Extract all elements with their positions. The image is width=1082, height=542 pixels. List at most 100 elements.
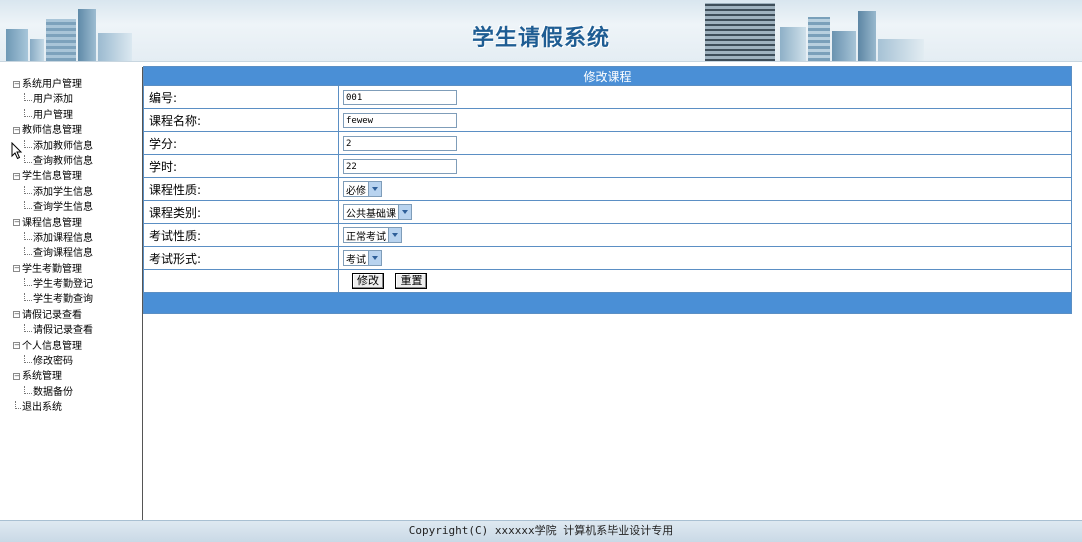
sidebar-item-1[interactable]: 用户添加 — [13, 92, 142, 107]
sidebar-item-label: 添加课程信息 — [33, 232, 93, 244]
tree-branch-icon — [24, 231, 32, 240]
chevron-down-icon[interactable] — [398, 205, 411, 219]
modify-button[interactable]: 修改 — [352, 273, 384, 289]
sidebar-item-label: 添加学生信息 — [33, 186, 93, 198]
form-row-exam-nature: 考试性质: 正常考试 — [143, 223, 1072, 247]
collapse-toggle-icon[interactable]: − — [13, 265, 20, 273]
tree-branch-icon — [24, 185, 32, 194]
tree-branch-icon — [24, 355, 32, 364]
tree-branch-icon — [24, 324, 32, 333]
field-label: 课程类别: — [143, 200, 339, 224]
sidebar-item-8[interactable]: 查询学生信息 — [13, 200, 142, 215]
header-banner: 学生请假系统 — [0, 0, 1082, 62]
sidebar-item-4[interactable]: 添加教师信息 — [13, 139, 142, 154]
sidebar-item-label: 学生考勤登记 — [33, 279, 93, 291]
tree-branch-icon — [24, 108, 32, 117]
sidebar-item-label: 修改密码 — [33, 356, 73, 368]
sidebar-item-2[interactable]: 用户管理 — [13, 108, 142, 123]
collapse-toggle-icon[interactable]: − — [13, 311, 20, 319]
collapse-toggle-icon[interactable]: − — [13, 372, 20, 380]
field-label: 学分: — [143, 131, 339, 155]
form-row-hours: 学时: — [143, 154, 1072, 178]
form-row-name: 课程名称: — [143, 108, 1072, 132]
field-label: 考试性质: — [143, 223, 339, 247]
sidebar-item-label: 查询学生信息 — [33, 202, 93, 214]
tree-branch-icon — [15, 401, 21, 410]
tree-branch-icon — [24, 93, 32, 102]
copyright-footer: Copyright(C) xxxxxx学院 计算机系毕业设计专用 — [0, 520, 1082, 542]
select-value: 正常考试 — [346, 231, 386, 243]
sidebar-item-5[interactable]: 查询教师信息 — [13, 154, 142, 169]
tree-branch-icon — [24, 278, 32, 287]
select-value: 必修 — [346, 185, 366, 197]
main-content: 修改课程 编号: 课程名称: 学分: 学时: 课程性质: 必修 — [143, 66, 1072, 314]
form-actions-row: 修改 重置 — [143, 269, 1072, 293]
form-row-category: 课程类别: 公共基础课 — [143, 200, 1072, 224]
tree-branch-icon — [24, 201, 32, 210]
sidebar-item-16[interactable]: 请假记录查看 — [13, 323, 142, 338]
sidebar-item-10[interactable]: 添加课程信息 — [13, 231, 142, 246]
nav-tree: − 系统用户管理 用户添加 用户管理 − 教师信息管理 添加教师信息 查询教师信息 − 学生信息管… — [6, 67, 142, 416]
form-header-row: 修改课程 — [143, 66, 1072, 86]
form-row-exam-form: 考试形式: 考试 — [143, 246, 1072, 270]
field-label: 课程名称: — [143, 108, 339, 132]
sidebar-item-label: 用户管理 — [33, 109, 73, 121]
chevron-down-icon[interactable] — [368, 182, 381, 196]
chevron-down-icon[interactable] — [388, 228, 401, 242]
course-id-input[interactable] — [343, 90, 457, 106]
reset-button[interactable]: 重置 — [395, 273, 428, 289]
chevron-down-icon[interactable] — [368, 251, 381, 265]
sidebar-item-label: 学生考勤管理 — [22, 263, 82, 275]
select-value: 公共基础课 — [346, 208, 396, 220]
sidebar-item-label: 退出系统 — [22, 402, 62, 414]
sidebar-item-13[interactable]: 学生考勤登记 — [13, 277, 142, 292]
collapse-toggle-icon[interactable]: − — [13, 219, 20, 227]
course-name-input[interactable] — [343, 113, 457, 129]
tree-branch-icon — [24, 247, 32, 256]
form-footer-bar — [143, 292, 1072, 314]
sidebar-group-17[interactable]: − 个人信息管理 — [13, 339, 142, 354]
collapse-toggle-icon[interactable]: − — [13, 80, 20, 88]
edit-course-form: 修改课程 编号: 课程名称: 学分: 学时: 课程性质: 必修 — [143, 66, 1072, 314]
tree-branch-icon — [24, 139, 32, 148]
sidebar-item-label: 教师信息管理 — [22, 125, 82, 137]
sidebar-group-19[interactable]: − 系统管理 — [13, 369, 142, 384]
sidebar-item-label: 数据备份 — [33, 386, 73, 398]
empty-cell — [143, 269, 339, 293]
sidebar-item-7[interactable]: 添加学生信息 — [13, 185, 142, 200]
course-category-select[interactable]: 公共基础课 — [343, 204, 412, 220]
site-title: 学生请假系统 — [471, 25, 610, 51]
form-row-id: 编号: — [143, 85, 1072, 109]
sidebar-item-14[interactable]: 学生考勤查询 — [13, 292, 142, 307]
course-nature-select[interactable]: 必修 — [343, 181, 382, 197]
field-label: 课程性质: — [143, 177, 339, 201]
sidebar-group-3[interactable]: − 教师信息管理 — [13, 123, 142, 138]
sidebar-item-20[interactable]: 数据备份 — [13, 385, 142, 400]
sidebar-item-label: 学生考勤查询 — [33, 294, 93, 306]
sidebar-group-15[interactable]: − 请假记录查看 — [13, 308, 142, 323]
sidebar-group-9[interactable]: − 课程信息管理 — [13, 216, 142, 231]
exam-form-select[interactable]: 考试 — [343, 250, 382, 266]
collapse-toggle-icon[interactable]: − — [13, 342, 20, 350]
credit-input[interactable] — [343, 136, 457, 152]
exam-nature-select[interactable]: 正常考试 — [343, 227, 402, 243]
sidebar-item-21[interactable]: 退出系统 — [13, 400, 142, 415]
collapse-toggle-icon[interactable]: − — [13, 172, 20, 180]
sidebar-nav: − 系统用户管理 用户添加 用户管理 − 教师信息管理 添加教师信息 查询教师信息 − 学生信息管… — [6, 67, 143, 520]
sidebar-item-label: 系统用户管理 — [22, 79, 82, 90]
field-label: 学时: — [143, 154, 339, 178]
sidebar-item-label: 课程信息管理 — [22, 217, 82, 229]
sidebar-item-label: 用户添加 — [33, 94, 73, 106]
sidebar-item-11[interactable]: 查询课程信息 — [13, 246, 142, 261]
sidebar-group-0[interactable]: − 系统用户管理 — [13, 77, 142, 92]
select-value: 考试 — [346, 254, 366, 266]
sidebar-item-label: 系统管理 — [22, 371, 62, 383]
sidebar-group-12[interactable]: − 学生考勤管理 — [13, 262, 142, 277]
field-label: 编号: — [143, 85, 339, 109]
collapse-toggle-icon[interactable]: − — [13, 126, 20, 134]
hours-input[interactable] — [343, 159, 457, 175]
sidebar-group-6[interactable]: − 学生信息管理 — [13, 169, 142, 184]
sidebar-item-label: 学生信息管理 — [22, 171, 82, 183]
sidebar-item-18[interactable]: 修改密码 — [13, 354, 142, 369]
sidebar-item-label: 查询课程信息 — [33, 248, 93, 260]
